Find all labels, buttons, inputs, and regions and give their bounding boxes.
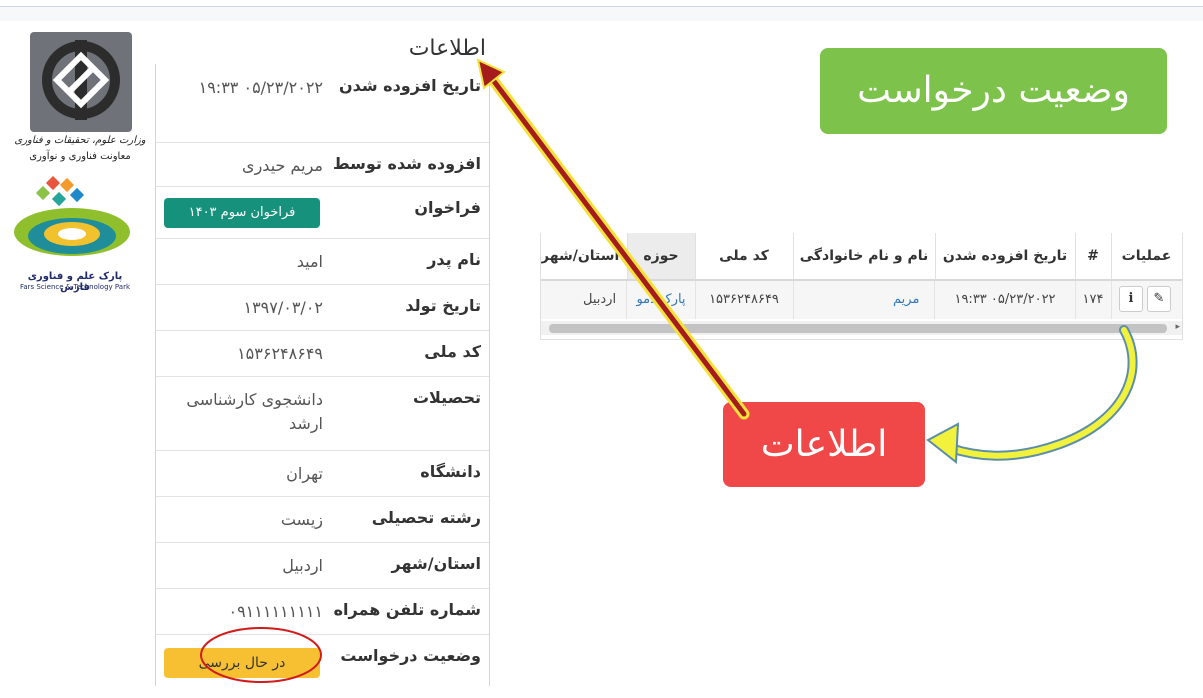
ministry-caption: وزارت علوم، تحقیقات و فناوری [14,135,146,146]
call-badge: فراخوان سوم ۱۴۰۳ [164,198,320,228]
request-status-banner: وضعیت درخواست [820,48,1167,134]
detail-row-university: دانشگاه تهران [156,450,489,497]
detail-row-added-by: افزوده شده توسط مریم حیدری [156,142,489,187]
detail-value: مریم حیدری [242,156,323,175]
col-header-city[interactable]: استان/شهر [541,233,628,281]
detail-label: وضعیت درخواست [340,646,481,665]
cell-date: ۱۹:۳۳ ۰۵/۲۳/۲۰۲۲ [935,281,1076,319]
detail-label: دانشگاه [420,462,481,481]
col-header-num[interactable]: # [1075,233,1112,281]
top-band [0,7,1203,21]
yellow-curved-arrow [926,325,1138,464]
detail-row-national-code: کد ملی ۱۵۳۶۲۴۸۶۴۹ [156,330,489,377]
park-caption-en: Fars Science & Technology Park [19,283,131,291]
detail-value: دانشجوی کارشناسی ارشد [186,390,323,433]
detail-label: تاریخ افزوده شدن [338,76,481,95]
detail-row-field: رشته تحصیلی زیست [156,496,489,543]
detail-row-status: وضعیت درخواست در حال بررسی [156,634,489,686]
detail-row-call: فراخوان فراخوان سوم ۱۴۰۳ [156,186,489,239]
detail-row-province: استان/شهر اردبیل [156,542,489,589]
detail-value: ۰۹۱۱۱۱۱۱۱۱۱ [228,602,323,621]
row-actions: ✎ i [1111,281,1182,319]
detail-label: فراخوان [414,198,481,217]
scroll-right-icon[interactable]: ▸ [1175,322,1180,332]
detail-value: اردبیل [282,556,323,575]
cell-code: ۱۵۳۶۲۴۸۶۴۹ [695,281,794,319]
info-banner: اطلاعات [723,402,925,487]
panel-title: اطلاعات [408,36,486,61]
detail-value: ۱۳۹۷/۰۳/۰۲ [243,298,323,317]
detail-row-phone: شماره تلفن همراه ۰۹۱۱۱۱۱۱۱۱۱ [156,588,489,635]
detail-row-father-name: نام پدر امید [156,238,489,285]
detail-row-date-added: تاریخ افزوده شدن ۰۵/۲۳/۲۰۲۲ ۱۹:۳۳ [156,64,489,143]
cell-name-link[interactable]: مریم [793,281,935,319]
scroll-thumb[interactable] [549,324,1167,333]
detail-value: ۰۵/۲۳/۲۰۲۲ ۱۹:۳۳ [198,78,323,97]
cell-city: اردبیل [541,281,627,319]
detail-value: تهران [286,464,323,483]
detail-label: تحصیلات [412,388,481,407]
ministry-subcaption: معاونت فناوری و نوآوری [29,151,131,162]
col-header-code[interactable]: کد ملی [695,233,794,281]
info-icon[interactable]: i [1119,286,1143,312]
cell-num: ۱۷۴ [1075,281,1112,319]
detail-value: زیست [280,510,323,529]
details-panel: تاریخ افزوده شدن ۰۵/۲۳/۲۰۲۲ ۱۹:۳۳ افزوده… [155,64,490,686]
detail-label: افزوده شده توسط [333,154,481,173]
detail-label: تاریخ تولد [405,296,481,315]
col-header-name[interactable]: نام و نام خانوادگی [793,233,936,281]
horizontal-scrollbar[interactable]: ▸ [541,321,1182,335]
edit-icon[interactable]: ✎ [1147,286,1171,312]
detail-label: نام پدر [427,250,481,269]
detail-label: کد ملی [424,342,481,361]
detail-value: ۱۵۳۶۲۴۸۶۴۹ [237,344,323,363]
detail-label: رشته تحصیلی [371,508,481,527]
detail-label: شماره تلفن همراه [333,600,481,619]
ministry-logo [30,32,132,132]
park-logo [10,175,134,272]
col-header-domain[interactable]: حوزه [627,233,696,281]
cell-domain-link[interactable]: پارک دمو [627,281,696,319]
detail-value: امید [296,252,323,271]
status-badge: در حال بررسی [164,648,320,678]
detail-row-birth-date: تاریخ تولد ۱۳۹۷/۰۳/۰۲ [156,284,489,331]
requests-table: عملیات # تاریخ افزوده شدن نام و نام خانو… [540,233,1183,340]
col-header-date[interactable]: تاریخ افزوده شدن [935,233,1076,281]
detail-label: استان/شهر [391,554,481,573]
detail-row-education: تحصیلات دانشجوی کارشناسی ارشد [156,376,489,451]
col-header-ops: عملیات [1111,233,1182,281]
